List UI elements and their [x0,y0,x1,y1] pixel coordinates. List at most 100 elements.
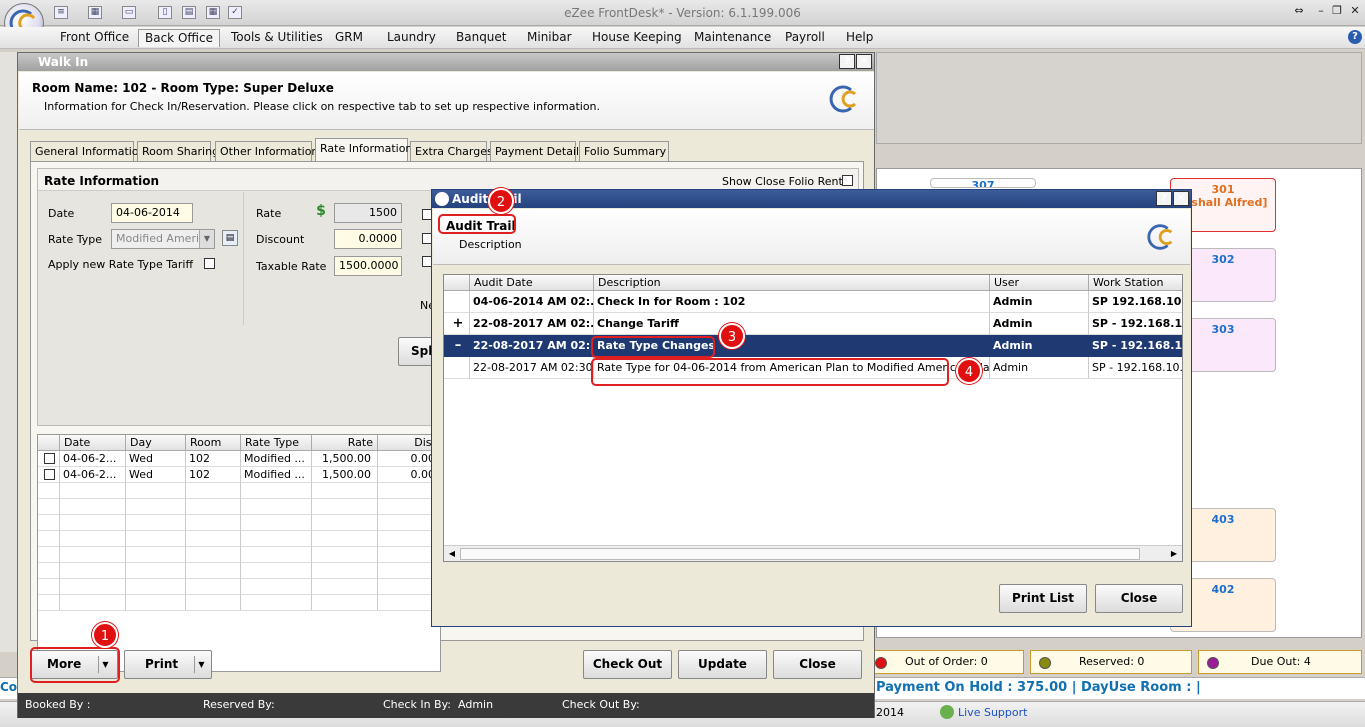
rate-grid-row[interactable] [38,563,440,579]
audit-header-description[interactable]: Description [594,275,990,291]
help-icon[interactable]: ? [1348,30,1362,44]
grid-header-date[interactable]: Date [60,435,126,451]
grid-header-rate[interactable]: Rate [312,435,378,451]
legend-out-of-order[interactable]: Out of Order: 0 [872,650,1024,674]
audit-cell-date: 22-08-2017 AM 02:30... [470,357,594,379]
rate-field[interactable]: 1500 [334,203,402,223]
tab-rate-information[interactable]: Rate Information [315,138,412,161]
rate-type-dropdown-icon[interactable]: ▼ [199,230,214,248]
update-button[interactable]: Update [678,650,767,679]
rate-grid-empty-cell [241,499,312,515]
row-checkbox-icon[interactable] [44,469,55,480]
audit-hscrollbar[interactable]: ◀ ▶ [444,545,1182,561]
rate-grid-row[interactable] [38,595,440,611]
live-support-link[interactable]: Live Support [958,706,1027,719]
row-select-checkbox[interactable] [38,467,60,483]
tab-folio-summary[interactable]: Folio Summary [579,141,669,161]
audit-cell-ws: SP - 192.168.10.1 [1089,335,1182,357]
menu-payroll[interactable]: Payroll [779,29,831,47]
maximize-icon[interactable]: ❐ [1328,3,1346,19]
close-icon[interactable]: ✕ [1346,3,1364,19]
taxable-rate-field[interactable]: 1500.0000 [334,256,402,276]
grid-header-rate-type[interactable]: Rate Type [241,435,312,451]
scroll-right-icon[interactable]: ▶ [1168,548,1180,560]
live-support-icon[interactable] [940,705,954,719]
rate-grid-row[interactable]: 04-06-2... Wed 102 Modified ... 1,500.00 0.00 [38,467,440,483]
apply-new-tariff-checkbox[interactable] [204,258,215,269]
row-select-checkbox[interactable] [38,451,60,467]
tab-room-sharing[interactable]: Room Sharing [137,141,219,161]
discount-field[interactable]: 0.0000 [334,229,402,249]
rate-grid-empty-cell [186,515,241,531]
tab-extra-charges[interactable]: Extra Charges [410,141,493,161]
tab-general-information[interactable]: General Information [30,141,146,161]
print-list-button[interactable]: Print List [999,584,1087,613]
menu-front-office[interactable]: Front Office [54,29,135,47]
status-year: 2014 [876,706,904,719]
menu-help[interactable]: Help [840,29,879,47]
rate-grid-row[interactable] [38,531,440,547]
tab-payment-details[interactable]: Payment Details [490,141,585,161]
rate-grid-row[interactable] [38,483,440,499]
grid-header-room[interactable]: Room [186,435,241,451]
audit-close-x-button[interactable]: ✕ [1173,191,1189,206]
walkin-tabs: General Information Room Sharing Other I… [30,138,866,161]
row-expander-icon[interactable]: – [444,335,470,357]
rate-grid-empty-cell [60,531,126,547]
rate-grid-empty-cell [126,499,186,515]
scroll-thumb[interactable] [460,548,1140,560]
audit-header-user[interactable]: User [990,275,1089,291]
rate-money-icon: $ [316,203,326,219]
audit-header-workstation[interactable]: Work Station [1089,275,1182,291]
rate-type-info-icon[interactable]: ▤ [222,230,238,246]
rate-grid-cell: 102 [186,451,241,467]
rate-label: Rate [256,207,282,220]
rate-grid-row[interactable]: 04-06-2... Wed 102 Modified ... 1,500.00 0.00 [38,451,440,467]
walkin-help-button[interactable]: ? [839,54,855,69]
menu-back-office[interactable]: Back Office [138,29,220,47]
rate-grid-row[interactable] [38,499,440,515]
row-expander-icon[interactable] [444,291,470,313]
row-checkbox-icon[interactable] [44,453,55,464]
grid-header-day[interactable]: Day [126,435,186,451]
legend-due-out[interactable]: Due Out: 4 [1198,650,1362,674]
show-close-folio-checkbox[interactable] [842,175,853,186]
check-out-button[interactable]: Check Out [583,650,672,679]
restore-icon[interactable]: ⇔ [1290,3,1308,19]
legend-reserved[interactable]: Reserved: 0 [1030,650,1192,674]
row-expander-icon[interactable]: + [444,313,470,335]
audit-row[interactable]: 04-06-2014 AM 02:... Check In for Room : … [444,291,1182,313]
audit-close-button[interactable]: Close [1095,584,1183,613]
rate-grid-cell: 04-06-2... [60,467,126,483]
audit-row[interactable]: +22-08-2017 AM 02:... Change Tariff Admin S… [444,313,1182,335]
row-expander-icon[interactable] [444,357,470,379]
show-close-folio-label: Show Close Folio Rent [722,175,843,188]
rate-grid-row[interactable] [38,547,440,563]
audit-cell-user: Admin [990,313,1089,335]
rate-grid-empty-cell [38,547,60,563]
scroll-left-icon[interactable]: ◀ [446,548,458,560]
menu-minibar[interactable]: Minibar [521,29,578,47]
print-dropdown-icon[interactable]: ▼ [194,656,208,673]
rate-grid-row[interactable] [38,515,440,531]
rate-grid-empty-cell [60,515,126,531]
audit-row-selected[interactable]: –22-08-2017 AM 02:... Rate Type Changes Ad… [444,335,1182,357]
rate-grid-empty-cell [186,547,241,563]
room-card-307[interactable]: 307 [930,178,1036,188]
menu-laundry[interactable]: Laundry [381,29,442,47]
rate-grid-empty-cell [312,499,378,515]
menu-maintenance[interactable]: Maintenance [688,29,777,47]
audit-help-button[interactable]: ? [1156,191,1172,206]
audit-cell-date: 22-08-2017 AM 02:... [470,313,594,335]
rate-grid-row[interactable] [38,579,440,595]
menu-banquet[interactable]: Banquet [450,29,513,47]
rate-grid-empty-cell [38,531,60,547]
date-field[interactable]: 04-06-2014 [111,203,193,223]
audit-header-date[interactable]: Audit Date [470,275,594,291]
menu-grm[interactable]: GRM [329,29,369,47]
close-button[interactable]: Close [773,650,862,679]
tab-other-information[interactable]: Other Information [215,141,318,161]
menu-house-keeping[interactable]: House Keeping [586,29,688,47]
walkin-close-button[interactable]: ✕ [856,54,872,69]
menu-tools-utilities[interactable]: Tools & Utilities [225,29,329,47]
